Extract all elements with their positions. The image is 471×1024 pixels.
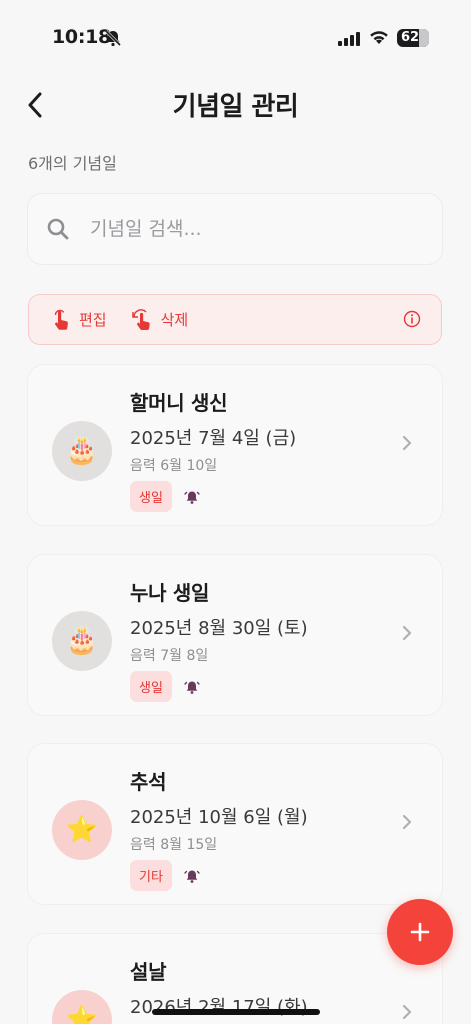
anniversary-card[interactable]: ⭐ 추석 2025년 10월 6일 (월) 음력 8월 15일 기타 [28,744,442,904]
search-icon [44,215,72,243]
anniversary-card[interactable]: 🎂 누나 생일 2025년 8월 30일 (토) 음력 7월 8일 생일 [28,555,442,715]
status-time: 10:18 [52,26,111,48]
anniversary-date: 2026년 2월 17일 (화) [130,997,308,1018]
alarm-bell-icon [184,489,200,505]
lunar-date: 음력 6월 10일 [130,458,218,474]
star-icon: ⭐ [65,815,99,845]
chevron-right-icon [402,435,412,455]
anniversary-date: 2025년 7월 4일 (금) [130,428,297,449]
star-icon: ⭐ [65,1005,99,1024]
delete-hint-label: 삭제 [160,311,189,329]
tap-gesture-icon [54,309,68,330]
birthday-cake-icon: 🎂 [65,626,99,656]
plus-icon [410,922,430,942]
category-badge: 기타 [130,860,172,891]
alarm-bell-icon [184,679,200,695]
edit-hint: 편집 [51,309,107,331]
anniversary-count: 6개의 기념일 [28,154,117,173]
lunar-date: 음력 7월 8일 [130,648,209,664]
add-anniversary-button[interactable] [387,899,453,965]
lunar-date: 음력 8월 15일 [130,837,218,853]
category-badge: 생일 [130,671,172,702]
anniversary-title: 설날 [130,960,167,984]
anniversary-title: 추석 [130,770,167,794]
bell-slash-icon [104,29,122,51]
anniversary-title: 할머니 생신 [130,391,228,415]
category-badge: 생일 [130,481,172,512]
card-tags: 생일 [130,481,200,512]
edit-hint-label: 편집 [79,311,107,329]
cellular-signal-icon [338,31,360,50]
avatar: 🎂 [52,611,112,671]
chevron-right-icon [402,1004,412,1024]
card-tags: 생일 [130,671,200,702]
avatar: 🎂 [52,421,112,481]
anniversary-date: 2025년 10월 6일 (월) [130,807,308,828]
chevron-right-icon [402,814,412,834]
battery-level: 62 [401,30,420,45]
search-bar[interactable] [28,194,442,264]
delete-hint: 삭제 [131,308,189,331]
anniversary-title: 누나 생일 [130,581,210,605]
page-title: 기념일 관리 [172,92,299,122]
card-tags: 기타 [130,860,200,891]
home-indicator[interactable] [152,1009,320,1015]
anniversary-card[interactable]: 🎂 할머니 생신 2025년 7월 4일 (금) 음력 6월 10일 생일 [28,365,442,525]
anniversary-date: 2025년 8월 30일 (토) [130,618,308,639]
wifi-icon [369,30,389,49]
birthday-cake-icon: 🎂 [65,436,99,466]
alarm-bell-icon [184,868,200,884]
long-press-gesture-icon [131,308,150,330]
avatar: ⭐ [52,990,112,1024]
search-input[interactable] [90,218,410,240]
status-bar: 10:18 62 [0,0,471,70]
gesture-hint-bar: 편집 삭제 [28,294,442,345]
battery-icon: 62 [397,29,429,47]
chevron-right-icon [402,625,412,645]
info-icon[interactable] [403,310,421,332]
avatar: ⭐ [52,800,112,860]
